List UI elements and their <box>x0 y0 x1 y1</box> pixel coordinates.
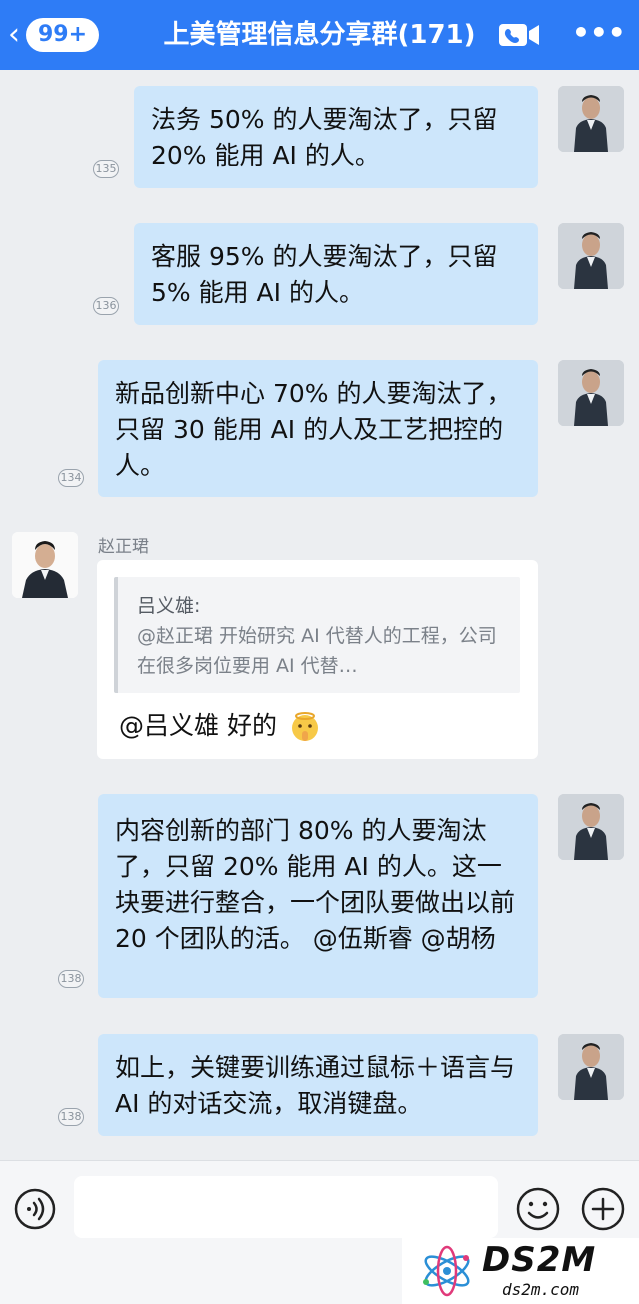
chat-header: ‹ 99+ 上美管理信息分享群(171) ••• <box>0 0 639 70</box>
watermark-sub-text: ds2m.com <box>502 1280 580 1299</box>
read-count-badge[interactable]: 134 <box>58 469 84 487</box>
sender-avatar[interactable] <box>12 532 78 598</box>
read-count-badge[interactable]: 135 <box>93 160 119 178</box>
message-bubble[interactable]: 内容创新的部门 80% 的人要淘汰了，只留 20% 能用 AI 的人。这一块要进… <box>98 794 538 998</box>
read-count-badge[interactable]: 138 <box>58 1108 84 1126</box>
quote-text: @赵正珺 开始研究 AI 代替人的工程，公司在很多岗位要用 AI 代替… <box>137 625 497 677</box>
plus-icon <box>581 1187 625 1231</box>
message-text: @吕义雄 好的 <box>119 711 277 740</box>
avatar[interactable] <box>558 223 624 289</box>
unread-count-badge: 99+ <box>26 18 100 52</box>
emoji-button[interactable] <box>515 1186 561 1232</box>
more-options-button[interactable]: ••• <box>572 19 626 50</box>
more-actions-button[interactable] <box>580 1186 626 1232</box>
chat-title: 上美管理信息分享群(171) <box>163 20 476 50</box>
voice-icon <box>14 1188 56 1230</box>
message-text: 法务 50% 的人要淘汰了，只留 20% 能用 AI 的人。 <box>151 105 498 170</box>
chevron-left-icon: ‹ <box>8 17 20 52</box>
person-avatar-icon <box>12 532 78 598</box>
watermark-main-text: DS2M <box>482 1240 597 1280</box>
sender-name: 赵正珺 <box>98 537 149 557</box>
person-avatar-icon <box>558 1034 624 1100</box>
video-call-button[interactable] <box>498 21 540 49</box>
message-text: 内容创新的部门 80% 的人要淘汰了，只留 20% 能用 AI 的人。这一块要进… <box>115 816 516 953</box>
message-bubble[interactable]: 客服 95% 的人要淘汰了，只留 5% 能用 AI 的人。 <box>134 223 538 325</box>
read-count-badge[interactable]: 138 <box>58 970 84 988</box>
message-bubble[interactable]: 吕义雄: @赵正珺 开始研究 AI 代替人的工程，公司在很多岗位要用 AI 代替… <box>97 560 538 759</box>
message-text: 客服 95% 的人要淘汰了，只留 5% 能用 AI 的人。 <box>151 242 498 307</box>
voice-input-button[interactable] <box>14 1188 56 1230</box>
message-bubble[interactable]: 新品创新中心 70% 的人要淘汰了，只留 30 能用 AI 的人及工艺把控的人。 <box>98 360 538 497</box>
message-bubble[interactable]: 如上，关键要训练通过鼠标＋语言与 AI 的对话交流，取消键盘。 <box>98 1034 538 1136</box>
person-avatar-icon <box>558 360 624 426</box>
shushing-face-emoji-icon <box>291 712 318 741</box>
message-input[interactable] <box>74 1176 498 1238</box>
reply-text-line: @吕义雄 好的 <box>119 708 321 744</box>
smiley-icon <box>516 1187 560 1231</box>
video-camera-icon <box>499 24 539 46</box>
quoted-message[interactable]: 吕义雄: @赵正珺 开始研究 AI 代替人的工程，公司在很多岗位要用 AI 代替… <box>114 577 520 693</box>
message-text: 如上，关键要训练通过鼠标＋语言与 AI 的对话交流，取消键盘。 <box>115 1053 516 1118</box>
avatar[interactable] <box>558 1034 624 1100</box>
person-avatar-icon <box>558 223 624 289</box>
back-button[interactable]: ‹ 99+ <box>8 17 100 53</box>
atom-logo-icon <box>423 1245 470 1297</box>
read-count-badge[interactable]: 136 <box>93 297 119 315</box>
avatar[interactable] <box>558 360 624 426</box>
quote-author: 吕义雄: <box>137 595 201 617</box>
message-bubble[interactable]: 法务 50% 的人要淘汰了，只留 20% 能用 AI 的人。 <box>134 86 538 188</box>
person-avatar-icon <box>558 794 624 860</box>
message-text: 新品创新中心 70% 的人要淘汰了，只留 30 能用 AI 的人及工艺把控的人。 <box>115 379 512 480</box>
watermark: DS2M ds2m.com <box>402 1238 639 1304</box>
person-avatar-icon <box>558 86 624 152</box>
avatar[interactable] <box>558 794 624 860</box>
avatar[interactable] <box>558 86 624 152</box>
